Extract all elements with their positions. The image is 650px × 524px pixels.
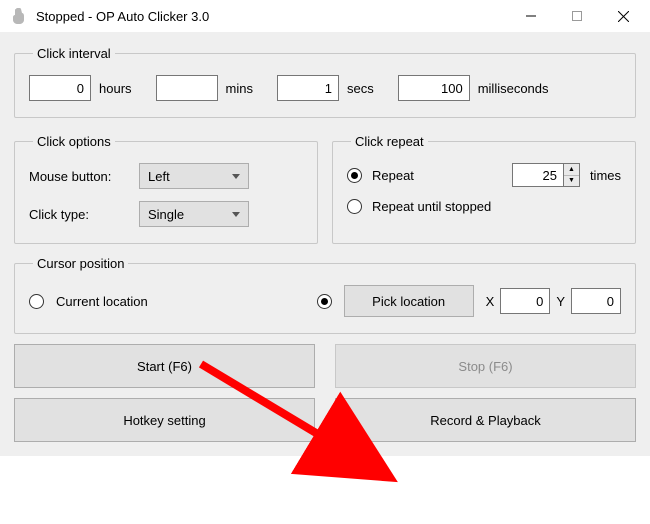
x-input[interactable] [500,288,550,314]
hours-input[interactable] [29,75,91,101]
mouse-button-value: Left [148,169,170,184]
repeat-count-input[interactable] [512,163,564,187]
mins-input[interactable] [156,75,218,101]
maximize-button[interactable] [554,0,600,32]
click-repeat-group: Click repeat Repeat ▲ ▼ times [332,134,636,244]
start-button[interactable]: Start (F6) [14,344,315,388]
minimize-button[interactable] [508,0,554,32]
stop-button: Stop (F6) [335,344,636,388]
window-title: Stopped - OP Auto Clicker 3.0 [36,9,209,24]
secs-input[interactable] [277,75,339,101]
mouse-button-label: Mouse button: [29,169,129,184]
ms-input[interactable] [398,75,470,101]
click-type-select[interactable]: Single [139,201,249,227]
current-location-radio[interactable] [29,294,44,309]
chevron-down-icon [232,174,240,179]
pick-location-button[interactable]: Pick location [344,285,474,317]
click-type-value: Single [148,207,184,222]
click-options-legend: Click options [33,134,115,149]
cursor-position-group: Cursor position Current location Pick lo… [14,256,636,334]
mouse-button-select[interactable]: Left [139,163,249,189]
ms-label: milliseconds [478,81,549,96]
secs-label: secs [347,81,374,96]
repeat-until-radio[interactable] [347,199,362,214]
click-options-group: Click options Mouse button: Left Click t… [14,134,318,244]
click-type-label: Click type: [29,207,129,222]
click-interval-legend: Click interval [33,46,115,61]
record-playback-button[interactable]: Record & Playback [335,398,636,442]
repeat-radio[interactable] [347,168,362,183]
repeat-label: Repeat [372,168,414,183]
repeat-count-spinner[interactable]: ▲ ▼ [512,163,580,187]
mins-label: mins [226,81,253,96]
hours-label: hours [99,81,132,96]
spinner-up-icon[interactable]: ▲ [564,164,579,176]
chevron-down-icon [232,212,240,217]
spinner-down-icon[interactable]: ▼ [564,176,579,187]
repeat-until-label: Repeat until stopped [372,199,491,214]
close-button[interactable] [600,0,646,32]
current-location-label: Current location [56,294,148,309]
hotkey-setting-button[interactable]: Hotkey setting [14,398,315,442]
click-repeat-legend: Click repeat [351,134,428,149]
y-label: Y [556,294,565,309]
y-input[interactable] [571,288,621,314]
pick-location-radio[interactable] [317,294,332,309]
app-icon [10,7,28,25]
x-label: X [486,294,495,309]
cursor-position-legend: Cursor position [33,256,128,271]
click-interval-group: Click interval hours mins secs milliseco… [14,46,636,118]
times-label: times [590,168,621,183]
